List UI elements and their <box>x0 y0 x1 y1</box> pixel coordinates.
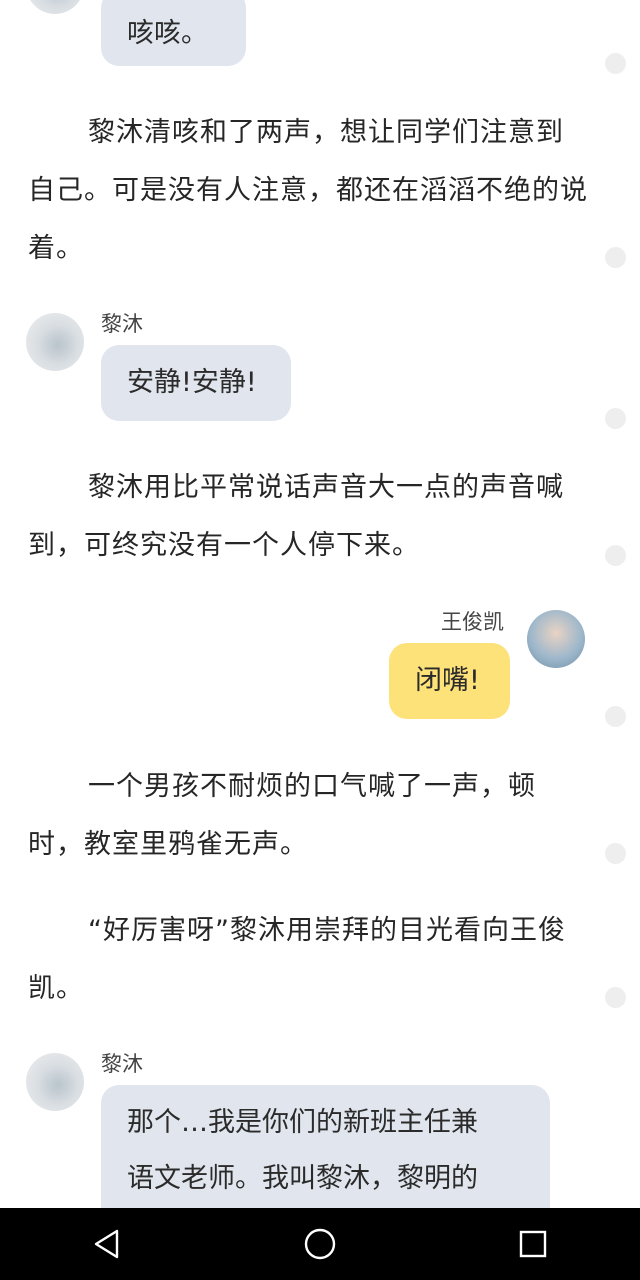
side-dot <box>605 545 626 566</box>
chat-bubble-line: 那个…我是你们的新班主任兼 <box>127 1107 478 1138</box>
side-dot <box>605 408 626 429</box>
speaker-name: 黎沐 <box>101 1052 143 1076</box>
narration-paragraph: “好厉害呀”黎沐用崇拜的目光看向王俊凯。 <box>28 915 566 1004</box>
side-dot <box>605 987 626 1008</box>
side-dot <box>605 706 626 727</box>
chat-bubble: 安静!安静! <box>101 345 291 421</box>
back-button[interactable] <box>77 1214 137 1274</box>
side-dot <box>605 247 626 268</box>
home-circle-icon <box>304 1228 336 1260</box>
avatar-limu[interactable] <box>26 0 84 14</box>
recents-button[interactable] <box>503 1214 563 1274</box>
chat-bubble: 咳咳。 <box>101 0 246 66</box>
speaker-name: 王俊凯 <box>441 610 504 634</box>
back-triangle-icon <box>94 1229 118 1259</box>
avatar-wangjunkai[interactable] <box>527 610 585 668</box>
avatar-limu[interactable] <box>26 1053 84 1111</box>
chat-bubble-line: 语文老师。我叫黎沐，黎明的 <box>127 1163 478 1194</box>
avatar-limu[interactable] <box>26 313 84 371</box>
chat-bubble: 闭嘴! <box>389 643 510 719</box>
speaker-name: 黎沐 <box>101 312 143 336</box>
narration-paragraph: 黎沐用比平常说话声音大一点的声音喊到，可终究没有一个人停下来。 <box>28 472 564 561</box>
side-dot <box>605 53 626 74</box>
side-dot <box>605 843 626 864</box>
chat-bubble: 那个…我是你们的新班主任兼 语文老师。我叫黎沐，黎明的 <box>101 1085 550 1208</box>
narration-paragraph: 一个男孩不耐烦的口气喊了一声，顿时，教室里鸦雀无声。 <box>28 771 536 860</box>
home-button[interactable] <box>290 1214 350 1274</box>
narration-paragraph: 黎沐清咳和了两声，想让同学们注意到自己。可是没有人注意，都还在滔滔不绝的说着。 <box>28 117 588 264</box>
system-navigation-bar <box>0 1208 640 1280</box>
chat-reader[interactable]: 咳咳。 黎沐清咳和了两声，想让同学们注意到自己。可是没有人注意，都还在滔滔不绝的… <box>0 0 640 1208</box>
recents-square-icon <box>520 1230 547 1258</box>
